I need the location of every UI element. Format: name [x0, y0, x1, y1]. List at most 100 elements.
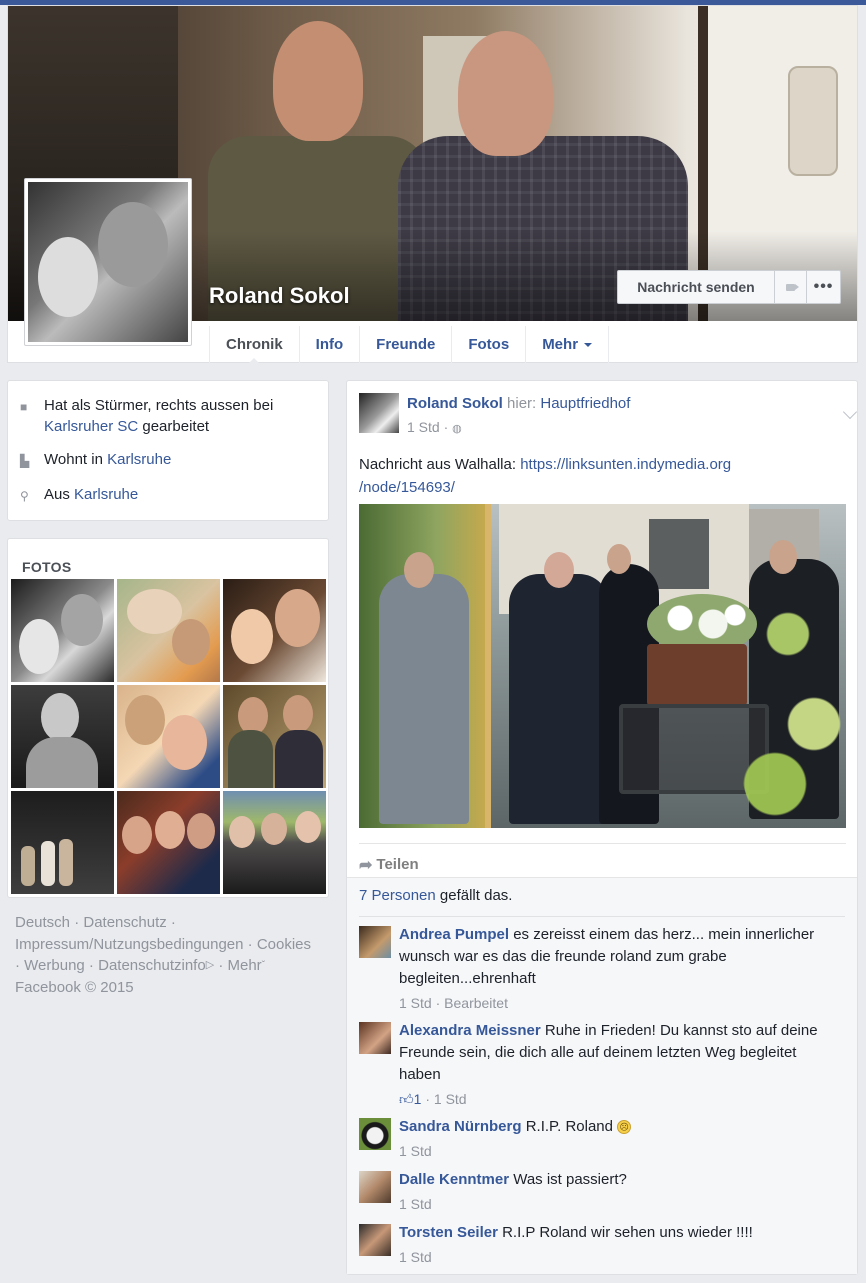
briefcase-icon: ■	[20, 400, 28, 414]
from-prefix: Aus	[44, 486, 70, 503]
comment-edited[interactable]: Bearbeitet	[444, 995, 508, 1011]
commenter-name[interactable]: Sandra Nürnberg	[399, 1118, 522, 1135]
footer-link-mehr[interactable]: Mehr	[228, 957, 262, 974]
footer-link-datenschutz[interactable]: Datenschutz	[83, 914, 166, 931]
commenter-name[interactable]: Alexandra Meissner	[399, 1022, 541, 1039]
intro-card: ■ Hat als Stürmer, rechts aussen bei Kar…	[7, 380, 329, 521]
adchoices-icon: ▷	[205, 959, 215, 971]
photo-thumbnail[interactable]	[223, 791, 326, 894]
globe-icon: ◍	[452, 423, 462, 435]
photo-thumbnail[interactable]	[11, 791, 114, 894]
photo-thumbnail[interactable]	[117, 579, 220, 682]
copyright: Facebook © 2015	[15, 978, 134, 996]
tab-info[interactable]: Info	[298, 326, 360, 363]
comment-time[interactable]: 1 Std	[434, 1091, 467, 1107]
tab-mehr[interactable]: Mehr	[525, 326, 610, 363]
post-link-part1[interactable]: https://linksunten.indymedia.org	[520, 456, 731, 473]
share-arrow-icon: ➦	[359, 856, 373, 874]
thumbs-up-icon[interactable]: 👍︎	[399, 1091, 414, 1107]
intro-lives: ▙ Wohnt in Karlsruhe	[20, 449, 316, 472]
commenter-avatar[interactable]	[359, 1022, 391, 1054]
commenter-avatar[interactable]	[359, 1224, 391, 1256]
post-header: Roland Sokol hier: Hauptfriedhof 1 Std ·…	[359, 393, 858, 437]
intro-work: ■ Hat als Stürmer, rechts aussen bei Kar…	[20, 395, 316, 437]
video-camera-icon	[786, 283, 799, 291]
profile-name[interactable]: Roland Sokol	[209, 283, 350, 309]
video-call-button[interactable]	[775, 270, 807, 304]
comment-text: R.I.P. Roland	[525, 1118, 613, 1135]
photo-grid	[11, 579, 326, 894]
footer-link-impressum[interactable]: Impressum/Nutzungsbedingungen	[15, 936, 243, 953]
caret-down-icon	[584, 343, 593, 351]
post-author-line: Roland Sokol hier: Hauptfriedhof	[407, 395, 630, 412]
commenter-name[interactable]: Torsten Seiler	[399, 1224, 498, 1241]
sad-face-icon: ☹	[617, 1120, 632, 1134]
home-icon: ▙	[20, 454, 30, 468]
photo-thumbnail[interactable]	[11, 685, 114, 788]
profile-header: Roland Sokol Nachricht senden ••• Chroni…	[7, 5, 858, 364]
likes-count-link[interactable]: 7 Personen	[359, 887, 436, 904]
comment-time[interactable]: 1 Std	[399, 1143, 432, 1159]
post-photo[interactable]	[359, 504, 846, 828]
ellipsis-icon: •••	[813, 278, 834, 295]
post-link-part2[interactable]: /node/154693/	[359, 479, 455, 496]
comment-time[interactable]: 1 Std	[399, 1249, 432, 1265]
post-location-prefix: hier:	[507, 395, 537, 412]
photo-thumbnail[interactable]	[223, 685, 326, 788]
footer-link-datenschutzinfo[interactable]: Datenschutzinfo	[98, 957, 206, 974]
comment-time[interactable]: 1 Std	[399, 995, 432, 1011]
commenter-name[interactable]: Andrea Pumpel	[399, 926, 509, 943]
intro-from: ⚲ Aus Karlsruhe	[20, 484, 316, 507]
post-location-link[interactable]: Hauptfriedhof	[540, 395, 630, 412]
commenter-name[interactable]: Dalle Kenntmer	[399, 1171, 509, 1188]
post-options-chevron-icon[interactable]	[842, 404, 858, 420]
post-author-name[interactable]: Roland Sokol	[407, 395, 503, 412]
comment-like-count[interactable]: 1	[414, 1091, 422, 1107]
comment-text: R.I.P Roland wir sehen uns wieder !!!!	[502, 1224, 753, 1241]
footer-link-cookies[interactable]: Cookies	[257, 936, 311, 953]
lives-prefix: Wohnt in	[44, 451, 103, 468]
share-button[interactable]: ➦ Teilen	[359, 845, 419, 875]
photo-thumbnail[interactable]	[117, 791, 220, 894]
profile-picture[interactable]	[24, 178, 192, 346]
photo-thumbnail[interactable]	[223, 579, 326, 682]
post-text-prefix: Nachricht aus Walhalla:	[359, 456, 517, 473]
footer-links: Deutsch · Datenschutz · Impressum/Nutzun…	[15, 914, 312, 996]
likes-summary: 7 Personen gefällt das.	[359, 887, 845, 917]
tab-freunde[interactable]: Freunde	[359, 326, 451, 363]
caret-down-icon: ˇ	[261, 960, 266, 971]
photo-thumbnail[interactable]	[117, 685, 220, 788]
work-prefix: Hat als Stürmer, rechts aussen bei	[44, 397, 274, 414]
share-label: Teilen	[376, 856, 419, 873]
profile-tabs: Chronik Info Freunde Fotos Mehr	[209, 326, 610, 364]
from-city-link[interactable]: Karlsruhe	[74, 486, 138, 503]
commenter-avatar[interactable]	[359, 1118, 391, 1150]
photos-title[interactable]: FOTOS	[8, 539, 328, 579]
cover-actions: Nachricht senden •••	[617, 270, 841, 304]
comment-text: Was ist passiert?	[513, 1171, 627, 1188]
timeline-post: Roland Sokol hier: Hauptfriedhof 1 Std ·…	[346, 380, 858, 1275]
post-timestamp[interactable]: 1 Std	[407, 419, 440, 435]
photo-thumbnail[interactable]	[11, 579, 114, 682]
footer-link-deutsch[interactable]: Deutsch	[15, 914, 70, 931]
comment-time[interactable]: 1 Std	[399, 1196, 432, 1212]
commenter-avatar[interactable]	[359, 926, 391, 958]
photos-card: FOTOS	[7, 538, 329, 898]
tab-chronik[interactable]: Chronik	[209, 326, 299, 364]
commenter-avatar[interactable]	[359, 1171, 391, 1203]
work-suffix: gearbeitet	[142, 418, 210, 435]
lives-city-link[interactable]: Karlsruhe	[107, 451, 171, 468]
post-actions: ➦ Teilen	[359, 843, 846, 875]
tab-mehr-label: Mehr	[542, 336, 579, 353]
wall-lamp	[788, 66, 838, 176]
send-message-button[interactable]: Nachricht senden	[617, 270, 775, 304]
location-pin-icon: ⚲	[20, 489, 29, 503]
post-author-avatar[interactable]	[359, 393, 399, 433]
more-options-button[interactable]: •••	[807, 270, 841, 304]
likes-suffix: gefällt das.	[439, 887, 513, 904]
comments-section: 7 Personen gefällt das. Andrea Pumpel es…	[347, 877, 857, 1274]
work-employer-link[interactable]: Karlsruher SC	[44, 418, 138, 435]
post-time[interactable]: 1 Std · ◍	[407, 419, 462, 435]
footer-link-werbung[interactable]: Werbung	[24, 957, 85, 974]
tab-fotos[interactable]: Fotos	[451, 326, 525, 363]
